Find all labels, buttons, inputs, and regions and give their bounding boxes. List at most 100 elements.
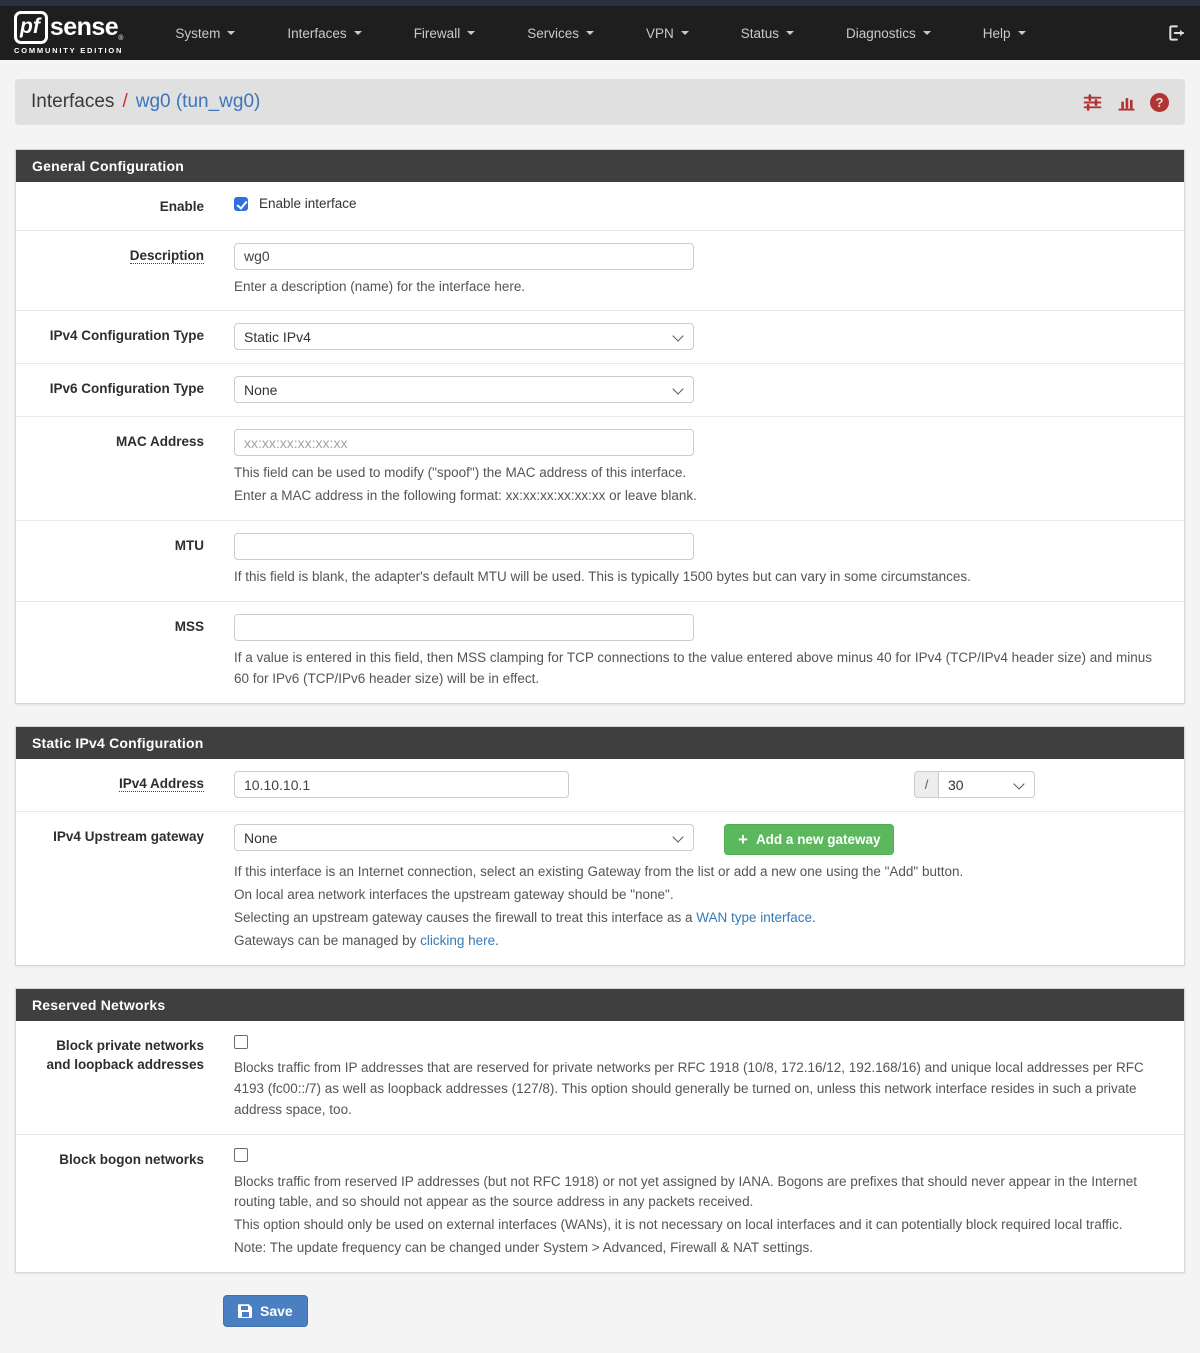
row-mss: MSS If a value is entered in this field,… [16,602,1184,703]
save-disk-icon [238,1304,252,1318]
nav-item-label: Firewall [414,26,461,41]
brand-edition-label: COMMUNITY EDITION [14,46,123,55]
chevron-down-icon [586,31,594,35]
mac-help-line2: Enter a MAC address in the following for… [234,486,1168,507]
mss-input[interactable] [234,614,694,641]
description-input[interactable] [234,243,694,270]
block-bogon-networks-checkbox[interactable] [234,1148,248,1162]
ipv4-config-type-label: IPv4 Configuration Type [50,328,204,343]
chevron-down-icon [923,31,931,35]
pfsense-logo[interactable]: pf sense ® COMMUNITY EDITION [14,11,123,55]
nav-item-label: Diagnostics [846,26,916,41]
row-block-private-networks: Block private networks and loopback addr… [16,1021,1184,1135]
enable-interface-checkbox[interactable] [234,197,248,211]
nav-item-label: Services [527,26,579,41]
nav-item-interfaces[interactable]: Interfaces [273,16,375,51]
breadcrumb-page-link[interactable]: wg0 (tun_wg0) [136,91,261,113]
nav-item-label: Help [983,26,1011,41]
chevron-down-icon [354,31,362,35]
nav-item-label: Status [741,26,779,41]
subnet-mask-select[interactable]: 30 [938,771,1035,798]
nav-item-diagnostics[interactable]: Diagnostics [832,16,945,51]
block-bogon-networks-help1: Blocks traffic from reserved IP addresse… [234,1172,1168,1214]
nav-item-vpn[interactable]: VPN [632,16,703,51]
gateway-help-line3: Selecting an upstream gateway causes the… [234,908,1168,929]
enable-interface-checkbox-label: Enable interface [259,196,357,211]
main-navbar: pf sense ® COMMUNITY EDITION System Inte… [0,6,1200,60]
mss-label: MSS [175,619,204,634]
block-private-networks-help: Blocks traffic from IP addresses that ar… [234,1058,1168,1121]
ipv4-address-input[interactable] [234,771,569,798]
gateway-help-line2: On local area network interfaces the ups… [234,885,1168,906]
panel-reserved-networks: Reserved Networks Block private networks… [15,988,1185,1273]
nav-item-system[interactable]: System [161,16,249,51]
sign-out-icon[interactable] [1166,23,1186,43]
add-gateway-button[interactable]: + Add a new gateway [724,824,894,855]
clicking-here-link[interactable]: clicking here [420,933,495,948]
block-bogon-networks-label: Block bogon networks [59,1152,204,1167]
chevron-down-icon [227,31,235,35]
save-button-label: Save [260,1303,293,1319]
block-bogon-networks-help3: Note: The update frequency can be change… [234,1238,1168,1259]
mac-address-input[interactable] [234,429,694,456]
breadcrumb: Interfaces / wg0 (tun_wg0) ? [15,79,1185,125]
nav-menu: System Interfaces Firewall Services VPN … [149,16,1166,51]
gateway-help-line4: Gateways can be managed by clicking here… [234,931,1168,952]
row-enable: Enable Enable interface [16,182,1184,231]
registered-mark: ® [118,35,123,42]
row-ipv4-config-type: IPv4 Configuration Type Static IPv4 [16,311,1184,364]
save-button[interactable]: Save [223,1295,308,1327]
row-description: Description Enter a description (name) f… [16,231,1184,312]
panel-title: Static IPv4 Configuration [16,727,1184,759]
panel-title: General Configuration [16,150,1184,182]
chevron-down-icon [681,31,689,35]
ipv4-config-type-select[interactable]: Static IPv4 [234,323,694,350]
status-chart-icon[interactable] [1116,92,1137,113]
subnet-separator-addon: / [914,771,938,798]
ipv4-upstream-gateway-select[interactable]: None [234,824,694,851]
block-private-networks-label: Block private networks and loopback addr… [46,1038,204,1073]
row-mac-address: MAC Address This field can be used to mo… [16,417,1184,521]
ipv4-address-label: IPv4 Address [119,776,204,792]
nav-item-label: Interfaces [287,26,346,41]
row-block-bogon-networks: Block bogon networks Blocks traffic from… [16,1135,1184,1273]
description-help: Enter a description (name) for the inter… [234,277,1168,298]
description-label: Description [130,248,204,264]
chevron-down-icon [467,31,475,35]
ipv4-upstream-gateway-label: IPv4 Upstream gateway [53,829,204,844]
gateway-help-line1: If this interface is an Internet connect… [234,862,1168,883]
pf-logo-box: pf [14,11,48,44]
breadcrumb-separator: / [122,91,127,113]
chevron-down-icon [786,31,794,35]
wan-type-interface-link[interactable]: WAN type interface [696,910,812,925]
mss-help: If a value is entered in this field, the… [234,648,1168,690]
brand-name: sense [50,13,118,42]
panel-general-configuration: General Configuration Enable Enable inte… [15,149,1185,704]
mac-address-label: MAC Address [116,434,204,449]
nav-item-help[interactable]: Help [969,16,1040,51]
mtu-help: If this field is blank, the adapter's de… [234,567,1168,588]
chevron-down-icon [1018,31,1026,35]
nav-item-services[interactable]: Services [513,16,608,51]
help-icon[interactable]: ? [1150,93,1169,112]
block-private-networks-checkbox[interactable] [234,1035,248,1049]
nav-item-status[interactable]: Status [727,16,808,51]
nav-item-label: System [175,26,220,41]
enable-label: Enable [160,199,204,214]
row-ipv4-address: IPv4 Address / 30 [16,759,1184,812]
breadcrumb-section: Interfaces [31,91,114,113]
row-ipv4-upstream-gateway: IPv4 Upstream gateway None + Add a new g… [16,812,1184,965]
nav-item-label: VPN [646,26,674,41]
panel-static-ipv4-configuration: Static IPv4 Configuration IPv4 Address /… [15,726,1185,966]
mtu-label: MTU [175,538,204,553]
panel-title: Reserved Networks [16,989,1184,1021]
add-gateway-button-label: Add a new gateway [756,832,881,847]
ipv6-config-type-select[interactable]: None [234,376,694,403]
mac-help-line1: This field can be used to modify ("spoof… [234,463,1168,484]
row-ipv6-config-type: IPv6 Configuration Type None [16,364,1184,417]
nav-item-firewall[interactable]: Firewall [400,16,490,51]
sliders-icon[interactable] [1082,92,1103,113]
ipv6-config-type-label: IPv6 Configuration Type [50,381,204,396]
row-mtu: MTU If this field is blank, the adapter'… [16,521,1184,602]
mtu-input[interactable] [234,533,694,560]
